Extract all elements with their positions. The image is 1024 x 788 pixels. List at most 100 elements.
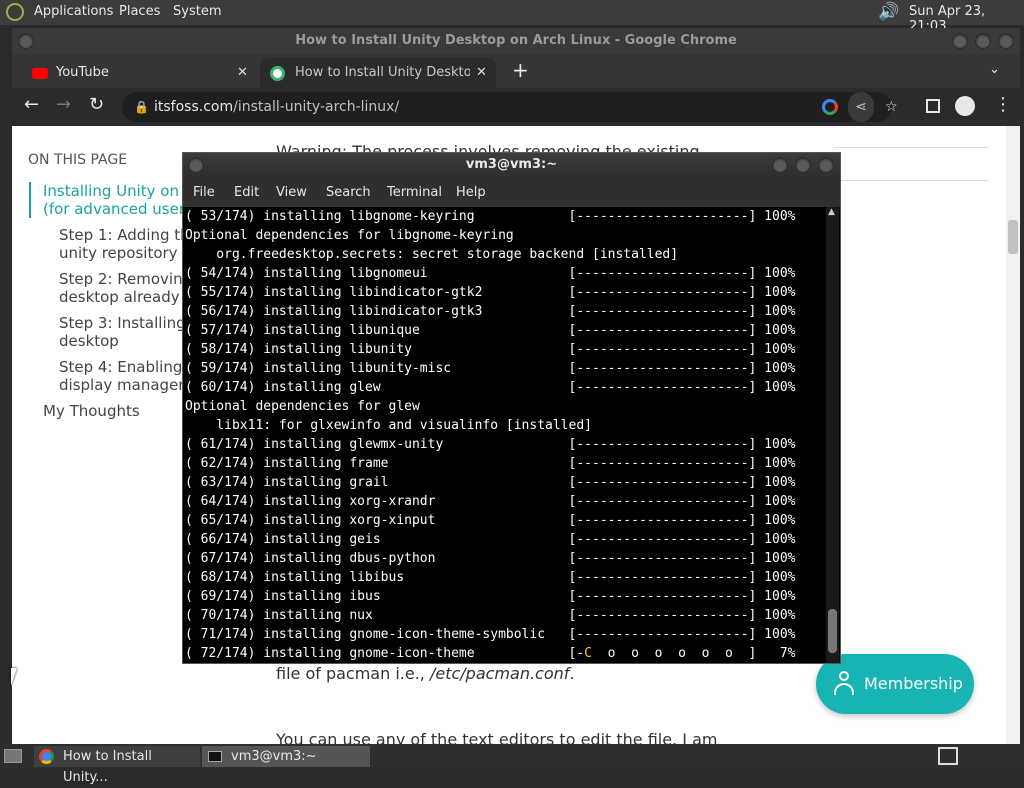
terminal-line: ( 55/174) installing libindicator-gtk2 [… (185, 285, 796, 300)
terminal-line: ( 71/174) installing gnome-icon-theme-sy… (185, 627, 796, 642)
toc-item-step-2-2[interactable]: desktop already in (59, 288, 198, 306)
close-tab-icon[interactable]: ✕ (476, 58, 487, 88)
mouse-pointer-icon (11, 668, 17, 686)
minimize-icon[interactable] (772, 157, 788, 173)
scroll-up-icon[interactable]: ▲ (828, 207, 835, 217)
distro-logo-icon[interactable] (6, 3, 24, 21)
top-panel: Applications Places System 🔊 Sun Apr 23,… (0, 0, 1024, 34)
toc-item-step-1-2[interactable]: unity repository (59, 244, 178, 262)
toc-heading: ON THIS PAGE (28, 152, 128, 168)
terminal-title: vm3@vm3:~ (465, 157, 558, 172)
terminal-line: ( 67/174) installing dbus-python [------… (185, 551, 796, 566)
body-paragraph: file of pacman i.e., /etc/pacman.conf. (276, 664, 575, 683)
minimize-icon[interactable] (952, 33, 968, 49)
toc-item-step-3[interactable]: Step 3: Installing U (59, 314, 201, 332)
terminal-line: ( 58/174) installing libunity [---------… (185, 342, 796, 357)
window-menu-icon[interactable] (18, 33, 34, 49)
window-title: How to Install Unity Desktop on Arch Lin… (295, 33, 737, 48)
toc-item-my-thoughts[interactable]: My Thoughts (43, 402, 140, 420)
terminal-line: ( 72/174) installing gnome-icon-theme [-… (185, 646, 796, 661)
browser-toolbar: ← → ↻ 🔒 itsfoss.com/install-unity-arch-l… (12, 88, 1020, 126)
maximize-icon[interactable] (975, 33, 991, 49)
terminal-line: ( 65/174) installing xorg-xinput [------… (185, 513, 796, 528)
show-desktop-icon[interactable] (4, 749, 22, 763)
places-menu[interactable]: Places (119, 4, 160, 19)
toc-item-step-3-2[interactable]: desktop (59, 332, 119, 350)
close-icon[interactable] (818, 157, 834, 173)
toc-item-step-4-2[interactable]: display manager (59, 376, 184, 394)
toc-item-installing-unity-2[interactable]: (for advanced users) (43, 200, 199, 218)
menu-help[interactable]: Help (456, 185, 486, 200)
terminal-line: ( 69/174) installing ibus [-------------… (185, 589, 796, 604)
terminal-line: Optional dependencies for glew (185, 399, 420, 414)
toc-item-step-1[interactable]: Step 1: Adding the (59, 226, 199, 244)
chrome-menu-icon[interactable]: ⋮ (994, 94, 1012, 115)
page-scrollbar-thumb[interactable] (1008, 220, 1018, 254)
terminal-line: ( 54/174) installing libgnomeui [-------… (185, 266, 796, 281)
terminal-line: ( 53/174) installing libgnome-keyring [-… (185, 209, 796, 224)
back-icon[interactable]: ← (24, 94, 39, 115)
terminal-line: ( 60/174) installing glew [-------------… (185, 380, 796, 395)
terminal-line: libx11: for glxewinfo and visualinfo [in… (185, 418, 592, 433)
menu-file[interactable]: File (193, 185, 215, 200)
toc-item-installing-unity[interactable]: Installing Unity on A (43, 182, 194, 200)
terminal-line: ( 66/174) installing geis [-------------… (185, 532, 796, 547)
user-icon (834, 671, 854, 695)
terminal-line: ( 57/174) installing libunique [--------… (185, 323, 796, 338)
applications-menu[interactable]: Applications (34, 4, 113, 19)
terminal-scrollbar-thumb[interactable] (828, 609, 837, 653)
google-lens-icon[interactable] (822, 99, 838, 115)
terminal-line: ( 56/174) installing libindicator-gtk3 [… (185, 304, 796, 319)
menu-edit[interactable]: Edit (234, 185, 259, 200)
reload-icon[interactable]: ↻ (89, 94, 104, 115)
terminal-line: org.freedesktop.secrets: secret storage … (185, 247, 679, 262)
toc-item-step-4[interactable]: Step 4: Enabling L (59, 358, 195, 376)
body-text-end: . (569, 664, 575, 683)
taskbar-terminal[interactable]: vm3@vm3:~ (202, 746, 370, 767)
volume-icon[interactable]: 🔊 (878, 2, 899, 22)
close-icon[interactable] (998, 33, 1014, 49)
workspace-switcher-icon[interactable] (938, 747, 958, 765)
forward-icon[interactable]: → (56, 94, 71, 115)
taskbar-chrome[interactable]: How to Install Unity... (34, 746, 200, 785)
chrome-titlebar[interactable]: How to Install Unity Desktop on Arch Lin… (12, 28, 1020, 54)
terminal-line: ( 59/174) installing libunity-misc [----… (185, 361, 796, 376)
terminal-scrollbar[interactable]: ▲ (826, 207, 839, 663)
new-tab-icon[interactable]: + (512, 58, 529, 82)
terminal-line: ( 64/174) installing xorg-xrandr [------… (185, 494, 796, 509)
window-menu-icon[interactable] (188, 157, 204, 173)
profile-avatar-icon[interactable] (955, 96, 975, 116)
menu-view[interactable]: View (276, 185, 307, 200)
terminal-menubar: File Edit View Search Terminal Help (183, 179, 840, 207)
share-icon[interactable]: ⋖ (848, 92, 874, 122)
menu-search[interactable]: Search (326, 185, 371, 200)
close-tab-icon[interactable]: ✕ (237, 58, 248, 88)
pacman-conf-path: /etc/pacman.conf (429, 664, 570, 683)
tab-label: YouTube (56, 65, 109, 80)
lock-icon[interactable]: 🔒 (134, 92, 149, 122)
terminal-line: ( 70/174) installing nux [--------------… (185, 608, 796, 623)
tab-strip: YouTube ✕ How to Install Unity Desktop o… (12, 54, 1020, 88)
youtube-icon (32, 68, 48, 79)
chrome-icon (39, 749, 54, 764)
tab-search-icon[interactable]: ⌄ (989, 62, 1000, 77)
address-bar[interactable]: 🔒 itsfoss.com/install-unity-arch-linux/ … (122, 92, 898, 122)
menu-terminal[interactable]: Terminal (387, 185, 442, 200)
terminal-line: ( 61/174) installing glewmx-unity [-----… (185, 437, 796, 452)
tab-youtube[interactable]: YouTube ✕ (22, 58, 257, 88)
terminal-line: ( 63/174) installing grail [------------… (185, 475, 796, 490)
taskbar-terminal-label: vm3@vm3:~ (231, 749, 317, 764)
maximize-icon[interactable] (795, 157, 811, 173)
bookmark-star-icon[interactable]: ☆ (885, 92, 898, 122)
tab-itsfoss[interactable]: How to Install Unity Desktop o ✕ (260, 58, 496, 88)
terminal-icon (208, 751, 222, 762)
toc-item-step-2[interactable]: Step 2: Removing (59, 270, 192, 288)
terminal-output[interactable]: ( 53/174) installing libgnome-keyring [-… (185, 207, 825, 663)
page-scrollbar[interactable] (1006, 126, 1020, 744)
side-panel-icon[interactable] (926, 99, 940, 113)
terminal-window[interactable]: vm3@vm3:~ File Edit View Search Terminal… (182, 152, 841, 664)
system-menu[interactable]: System (173, 4, 221, 19)
url-host: itsfoss.com (154, 99, 234, 115)
terminal-titlebar[interactable]: vm3@vm3:~ (183, 153, 840, 179)
url-path: /install-unity-arch-linux/ (233, 99, 400, 115)
